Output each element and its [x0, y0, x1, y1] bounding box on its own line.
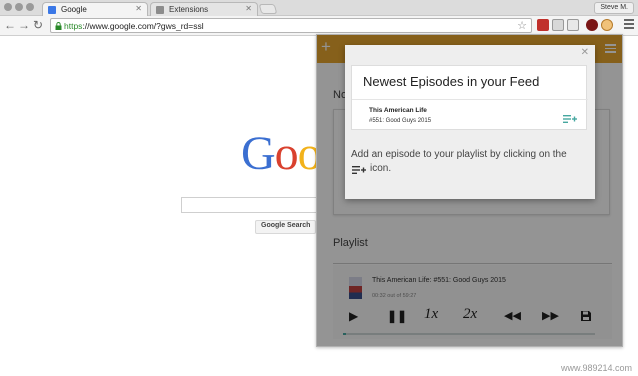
playlist-add-icon — [352, 166, 366, 174]
close-tab-icon[interactable]: ✕ — [135, 4, 142, 13]
episode-title: #551: Good Guys 2015 — [369, 118, 432, 124]
profile-button[interactable]: Steve M. — [594, 2, 634, 14]
tab-extensions[interactable]: Extensions ✕ — [150, 2, 258, 16]
forward-arrow-icon[interactable]: → — [18, 18, 30, 32]
close-tab-icon[interactable]: ✕ — [245, 4, 252, 13]
tab-label: Extensions — [169, 5, 209, 14]
playlist-add-icon[interactable] — [563, 114, 577, 125]
address-bar[interactable]: https://www.google.com/?gws_rd=ssl ☆ — [50, 18, 532, 33]
logo-letter: G — [241, 127, 276, 180]
browser-toolbar: ← → ↻ https://www.google.com/?gws_rd=ssl… — [0, 16, 638, 36]
close-icon[interactable]: ✕ — [581, 47, 589, 58]
lock-icon — [55, 22, 62, 30]
extension-shield-icon[interactable] — [552, 19, 564, 31]
puzzle-piece-icon — [156, 6, 164, 14]
google-search-button[interactable]: Google Search — [255, 220, 317, 234]
bookmark-star-icon[interactable]: ☆ — [517, 19, 527, 32]
logo-letter: o — [274, 127, 299, 180]
close-window-button[interactable] — [4, 3, 12, 11]
divider — [352, 99, 588, 100]
tab-bar: Google ✕ Extensions ✕ Steve M. — [0, 0, 638, 16]
google-search-input[interactable] — [181, 197, 321, 213]
extension-red-icon[interactable] — [537, 19, 549, 31]
minimize-window-button[interactable] — [15, 3, 23, 11]
dialog-heading: Newest Episodes in your Feed — [363, 74, 540, 89]
url-text: https://www.google.com/?gws_rd=ssl — [64, 21, 204, 31]
new-tab-button[interactable] — [258, 4, 278, 14]
tutorial-feed-card: Newest Episodes in your Feed This Americ… — [351, 65, 588, 130]
google-logo: Goo — [241, 124, 322, 184]
ublock-icon[interactable] — [586, 19, 598, 31]
browser-menu-icon[interactable] — [624, 19, 634, 29]
show-title: This American Life — [369, 107, 427, 114]
extension-cast-icon[interactable] — [567, 19, 579, 31]
zoom-window-button[interactable] — [26, 3, 34, 11]
podcast-extension-icon[interactable] — [601, 19, 613, 31]
google-favicon-icon — [48, 6, 56, 14]
tab-google[interactable]: Google ✕ — [42, 2, 148, 16]
dialog-hint-end: icon. — [370, 163, 392, 174]
tutorial-dialog: ✕ Newest Episodes in your Feed This Amer… — [345, 45, 595, 199]
tab-label: Google — [61, 5, 87, 14]
watermark: www.989214.com — [560, 363, 632, 373]
browser-window: Google ✕ Extensions ✕ Steve M. ← → ↻ htt… — [0, 0, 638, 376]
reload-icon[interactable]: ↻ — [33, 18, 43, 32]
back-arrow-icon[interactable]: ← — [4, 18, 16, 32]
